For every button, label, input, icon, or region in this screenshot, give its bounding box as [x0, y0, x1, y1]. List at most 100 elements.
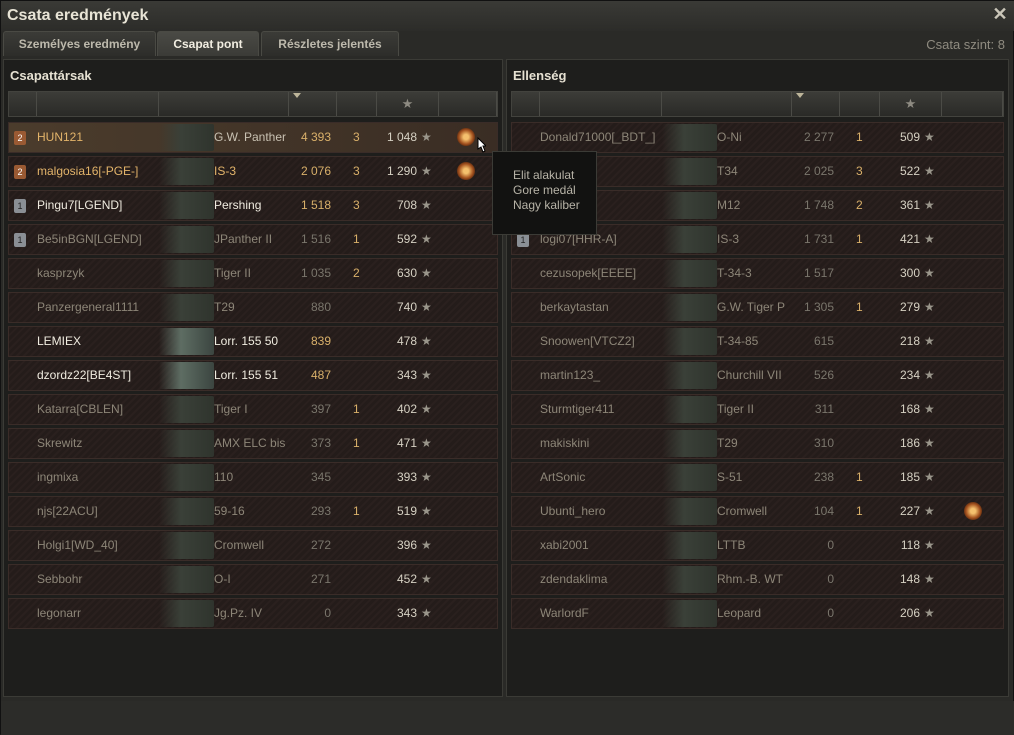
player-row[interactable]: ingmixa 110 345 393 ★	[8, 462, 498, 493]
medal-icon[interactable]	[964, 502, 982, 520]
player-row[interactable]: berkaytastan G.W. Tiger P 1 305 1 279 ★	[511, 292, 1004, 323]
player-name: WarlordF	[540, 606, 589, 620]
player-row[interactable]: 1 Be5inBGN[LGEND] JPanther II 1 516 1 592 ★	[8, 224, 498, 255]
tab-detailed-report[interactable]: Részletes jelentés	[261, 31, 399, 56]
kills-col-icon[interactable]	[337, 92, 377, 116]
tank-name: Tiger I	[214, 402, 248, 416]
damage-value: 487	[310, 368, 331, 382]
player-row[interactable]: Donald71000[_BDT_] O-Ni 2 277 1 509 ★	[511, 122, 1004, 153]
damage-col-icon[interactable]	[289, 92, 337, 116]
damage-value: 272	[310, 538, 331, 552]
player-row[interactable]: 2 HUN121 G.W. Panther 4 393 3 1 048 ★	[8, 122, 498, 153]
xp-value: 168	[899, 402, 920, 416]
player-row[interactable]: 2 malgosia16[-PGE-] IS-3 2 076 3 1 290 ★	[8, 156, 498, 187]
damage-value: 2 025	[803, 164, 834, 178]
medal-icon[interactable]	[457, 128, 475, 146]
tab-team-score[interactable]: Csapat pont	[157, 31, 259, 56]
xp-value: 396	[396, 538, 417, 552]
medal-col-icon[interactable]	[439, 92, 497, 116]
squad-col-icon[interactable]	[9, 92, 37, 116]
player-row[interactable]: LEMIEX Lorr. 155 50 839 478 ★	[8, 326, 498, 357]
xp-col-icon[interactable]: ★	[880, 92, 942, 116]
tab-bar: Személyes eredmény Csapat pont Részletes…	[1, 31, 1014, 56]
player-row[interactable]: martin123_ Churchill VII 526 234 ★	[511, 360, 1004, 391]
tank-icon	[662, 566, 717, 593]
close-icon[interactable]: ✕	[991, 4, 1009, 24]
mouse-cursor-icon	[477, 137, 486, 153]
damage-value: 271	[310, 572, 331, 586]
tank-name: Tiger II	[717, 402, 754, 416]
player-name: berkaytastan	[540, 300, 609, 314]
player-row[interactable]: xabi2001 LTTB 0 118 ★	[511, 530, 1004, 561]
player-row[interactable]: njs[22ACU] 59-16 293 1 519 ★	[8, 496, 498, 527]
star-icon: ★	[421, 266, 432, 280]
tab-personal-results[interactable]: Személyes eredmény	[3, 31, 156, 56]
kills-value: 1	[353, 504, 360, 518]
kills-value: 3	[856, 164, 863, 178]
xp-value: 206	[899, 606, 920, 620]
tank-name: IS-3	[717, 232, 740, 246]
kills-value: 1	[856, 130, 863, 144]
kills-value: 3	[353, 198, 360, 212]
battle-results-window: Csata eredmények ✕ Személyes eredmény Cs…	[0, 0, 1014, 735]
player-row[interactable]: 1 Pingu7[LGEND] Pershing 1 518 3 708 ★	[8, 190, 498, 221]
player-name: Sturmtiger411	[540, 402, 615, 416]
player-row[interactable]: Skrewitz AMX ELC bis 373 1 471 ★	[8, 428, 498, 459]
battle-level: Csata szint: 8	[926, 37, 1005, 52]
tank-icon	[662, 260, 717, 287]
player-row[interactable]: ArtSonic S-51 238 1 185 ★	[511, 462, 1004, 493]
player-row[interactable]: zdendaklima Rhm.-B. WT 0 148 ★	[511, 564, 1004, 595]
damage-value: 526	[813, 368, 834, 382]
player-col-icon[interactable]	[37, 92, 159, 116]
medal-icon[interactable]	[457, 162, 475, 180]
damage-value: 1 517	[803, 266, 834, 280]
tank-name: Lorr. 155 51	[214, 368, 279, 382]
player-row[interactable]: kasprzyk Tiger II 1 035 2 630 ★	[8, 258, 498, 289]
tank-icon	[662, 226, 717, 253]
sort-arrow-icon	[796, 93, 804, 98]
player-name: ingmixa	[37, 470, 79, 484]
damage-value: 615	[813, 334, 834, 348]
player-row[interactable]: dzordz22[BE4ST] Lorr. 155 51 487 343 ★	[8, 360, 498, 391]
tank-icon	[662, 158, 717, 185]
player-row[interactable]: Sebbohr O-I 271 452 ★	[8, 564, 498, 595]
player-row[interactable]: Sturmtiger411 Tiger II 311 168 ★	[511, 394, 1004, 425]
tank-col-icon[interactable]	[159, 92, 289, 116]
player-col-icon[interactable]	[540, 92, 662, 116]
player-row[interactable]: cezusopek[EEEE] T-34-3 1 517 300 ★	[511, 258, 1004, 289]
tank-icon	[159, 328, 214, 355]
medal-col-icon[interactable]	[942, 92, 1003, 116]
tank-name: 110	[214, 470, 234, 484]
player-row[interactable]: WarlordF Leopard 0 206 ★	[511, 598, 1004, 629]
xp-value: 509	[899, 130, 920, 144]
sort-arrow-icon	[293, 93, 301, 98]
star-icon: ★	[421, 470, 432, 484]
star-icon: ★	[924, 198, 935, 212]
player-row[interactable]: Ubunti_hero Cromwell 104 1 227 ★	[511, 496, 1004, 527]
tank-icon	[662, 294, 717, 321]
player-row[interactable]: Snoowen[VTCZ2] T-34-85 615 218 ★	[511, 326, 1004, 357]
kills-value: 1	[353, 436, 360, 450]
xp-col-icon[interactable]: ★	[377, 92, 439, 116]
xp-value: 234	[899, 368, 920, 382]
tank-name: LTTB	[717, 538, 746, 552]
damage-value: 293	[310, 504, 331, 518]
kills-col-icon[interactable]	[840, 92, 880, 116]
player-row[interactable]: legonarr Jg.Pz. IV 0 343 ★	[8, 598, 498, 629]
tank-icon	[159, 498, 214, 525]
player-row[interactable]: makiskini T29 310 186 ★	[511, 428, 1004, 459]
player-name: makiskini	[540, 436, 590, 450]
player-row[interactable]: Panzergeneral1111 T29 880 740 ★	[8, 292, 498, 323]
tank-col-icon[interactable]	[662, 92, 792, 116]
player-row[interactable]: Holgi1[WD_40] Cromwell 272 396 ★	[8, 530, 498, 561]
squad-col-icon[interactable]	[512, 92, 540, 116]
squad-badge: 1	[14, 199, 26, 213]
damage-col-icon[interactable]	[792, 92, 840, 116]
damage-value: 310	[813, 436, 834, 450]
player-row[interactable]: Katarra[CBLEN] Tiger I 397 1 402 ★	[8, 394, 498, 425]
damage-value: 2 076	[300, 164, 331, 178]
damage-value: 4 393	[300, 130, 331, 144]
star-icon: ★	[421, 402, 432, 416]
star-icon: ★	[421, 538, 432, 552]
xp-value: 218	[899, 334, 920, 348]
